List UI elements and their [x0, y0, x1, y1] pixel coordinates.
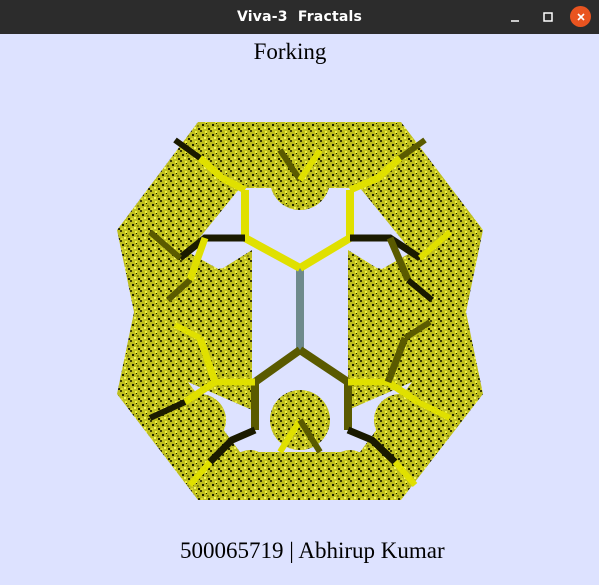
close-icon	[576, 12, 585, 21]
close-button[interactable]	[570, 6, 591, 27]
window-titlebar[interactable]: Viva-3 Fractals	[0, 0, 599, 34]
fractal-drawing	[117, 122, 483, 500]
author-footer: 500065719 | Abhirup Kumar	[180, 538, 445, 563]
maximize-icon	[543, 12, 553, 22]
minimize-icon	[511, 20, 519, 22]
maximize-button[interactable]	[537, 6, 559, 28]
minimize-button[interactable]	[504, 6, 526, 28]
fractal-canvas: Forking 500065719 | Abhirup Kumar	[0, 34, 599, 585]
fractal-heading: Forking	[253, 39, 327, 64]
